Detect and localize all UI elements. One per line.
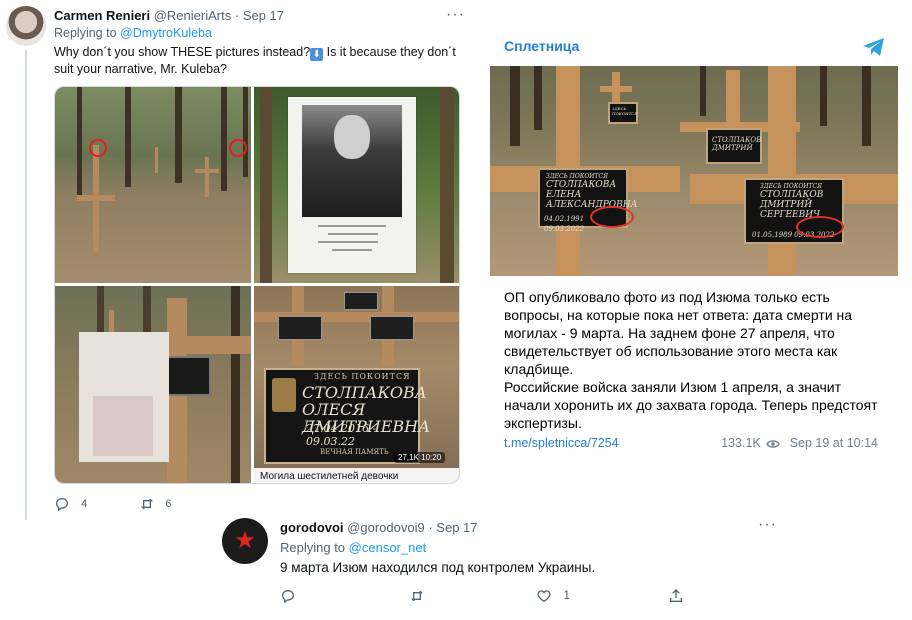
like-button[interactable]: 1: [536, 588, 570, 604]
media-grid: ...... ЗДЕСЬ ПОКОИТСЯ СТ: [54, 86, 460, 484]
red-highlight-circle: [89, 139, 107, 157]
embroidered-towel: [93, 396, 153, 456]
plaque-memory: ВЕЧНАЯ ПАМЯТЬ: [320, 448, 389, 456]
replying-to: Replying to @censor_net: [280, 540, 426, 555]
replying-handle-link[interactable]: @DmytroKuleba: [120, 26, 212, 40]
retweet-icon: [411, 590, 423, 602]
photo-forest-graves[interactable]: [55, 87, 251, 283]
post-date: Sep 19 at 10:14: [789, 436, 878, 450]
retweet-button[interactable]: 6: [138, 496, 171, 512]
telegram-logo-icon: [863, 38, 884, 56]
telegram-post[interactable]: Сплетница ЗДЕСЬ ПОКОИТСЯ СТОЛПАКОВА ЕЛЕН…: [490, 28, 898, 464]
red-star-icon: ★: [234, 527, 256, 554]
reply-icon: [55, 497, 69, 512]
plaque-name: СТОЛПАКОВ ДМИТРИЙ: [712, 136, 762, 152]
plaque-name: СТОЛПАКОВ ДМИТРИЙ СЕРГЕЕВИЧ: [760, 190, 824, 220]
more-icon[interactable]: ···: [446, 6, 465, 24]
tweet-text-part1: Why don´t you show THESE pictures instea…: [54, 45, 311, 59]
tweet-date[interactable]: Sep 17: [436, 520, 477, 535]
thread-line: [25, 50, 27, 520]
reply-button[interactable]: 4: [54, 496, 87, 512]
post-text: ОП опубликовало фото из под Изюма только…: [504, 289, 878, 431]
grave-plaque-far: ЗДЕСЬ ПОКОИТСЯ: [608, 102, 638, 124]
plaque-header: ЗДЕСЬ ПОКОИТСЯ: [314, 372, 411, 381]
red-highlight-circle: [229, 139, 247, 157]
tweet-gorodovoi[interactable]: ★ gorodovoi @gorodovoi9 · Sep 17 ··· Rep…: [212, 508, 782, 614]
separator: ·: [428, 520, 433, 535]
plaque-header: ЗДЕСЬ ПОКОИТСЯ: [612, 106, 638, 116]
red-highlight-oval: [796, 216, 844, 238]
avatar[interactable]: [6, 6, 46, 46]
share-button[interactable]: [668, 588, 684, 604]
separator: ·: [234, 8, 240, 23]
like-icon: [537, 590, 551, 603]
video-view-count: 27,1K 10:20: [394, 452, 446, 463]
down-arrow-emoji-icon: ⬇: [310, 48, 324, 61]
portrait-sign-text: ......: [288, 97, 289, 98]
replying-to: Replying to @DmytroKuleba: [54, 26, 212, 40]
tweet-header: Carmen Renieri @RenieriArts · Sep 17: [54, 8, 284, 23]
icon-image: [272, 378, 296, 412]
author-handle[interactable]: @RenieriArts: [154, 8, 232, 23]
share-icon: [670, 589, 682, 602]
avatar[interactable]: ★: [222, 518, 268, 564]
grave-plaque-background: СТОЛПАКОВ ДМИТРИЙ: [706, 128, 762, 164]
tweet-text: 9 марта Изюм находился под контролем Укр…: [280, 560, 596, 575]
replying-handle-link[interactable]: @censor_net: [349, 540, 427, 555]
author-name[interactable]: Carmen Renieri: [54, 8, 150, 23]
post-footer: t.me/spletnicca/7254 133.1K Sep 19 at 10…: [504, 436, 888, 450]
tweet-actions: 4 6: [54, 496, 219, 512]
portrait-sheet: ......: [288, 97, 416, 273]
replying-prefix: Replying to: [280, 540, 346, 555]
plaque-dates: 27.04.2016 - 09.03.22: [306, 422, 377, 448]
views-eye-icon: [766, 440, 781, 448]
channel-name[interactable]: Сплетница: [504, 38, 579, 54]
tweet-date[interactable]: Sep 17: [243, 8, 284, 23]
retweet-count: 6: [165, 497, 172, 510]
red-highlight-oval: [590, 206, 634, 228]
post-stats: 133.1K Sep 19 at 10:14: [721, 436, 878, 450]
telegram-photo-graves[interactable]: ЗДЕСЬ ПОКОИТСЯ СТОЛПАКОВА ЕЛЕНА АЛЕКСАНД…: [490, 66, 898, 276]
author-name[interactable]: gorodovoi: [280, 520, 344, 535]
more-icon[interactable]: ···: [758, 516, 777, 534]
post-link[interactable]: t.me/spletnicca/7254: [504, 436, 619, 450]
photo-grave-plaque[interactable]: ЗДЕСЬ ПОКОИТСЯ СТОЛПАКОВА ОЛЕСЯ ДМИТРИЕВ…: [254, 286, 459, 483]
tweet-carmen-renieri[interactable]: Carmen Renieri @RenieriArts · Sep 17 ···…: [0, 0, 474, 528]
photo-cross-with-towel[interactable]: [55, 286, 251, 483]
replying-prefix: Replying to: [54, 26, 117, 40]
tweet-text: Why don´t you show THESE pictures instea…: [54, 44, 464, 77]
reply-button[interactable]: [280, 588, 296, 604]
grave-plaque: ЗДЕСЬ ПОКОИТСЯ СТОЛПАКОВА ОЛЕСЯ ДМИТРИЕВ…: [264, 368, 430, 464]
photo-caption: Могила шестилетней девочки: [254, 468, 459, 483]
view-count: 133.1K: [721, 436, 761, 450]
reply-icon: [281, 589, 295, 604]
portrait-photo: [302, 105, 402, 217]
tweet-header: gorodovoi @gorodovoi9 · Sep 17: [280, 520, 478, 535]
like-count: 1: [563, 588, 571, 603]
author-handle[interactable]: @gorodovoi9: [347, 520, 425, 535]
retweet-icon: [141, 498, 154, 510]
retweet-button[interactable]: [408, 588, 426, 604]
reply-count: 4: [81, 497, 88, 510]
photo-portrait-on-tree[interactable]: ......: [254, 87, 459, 283]
